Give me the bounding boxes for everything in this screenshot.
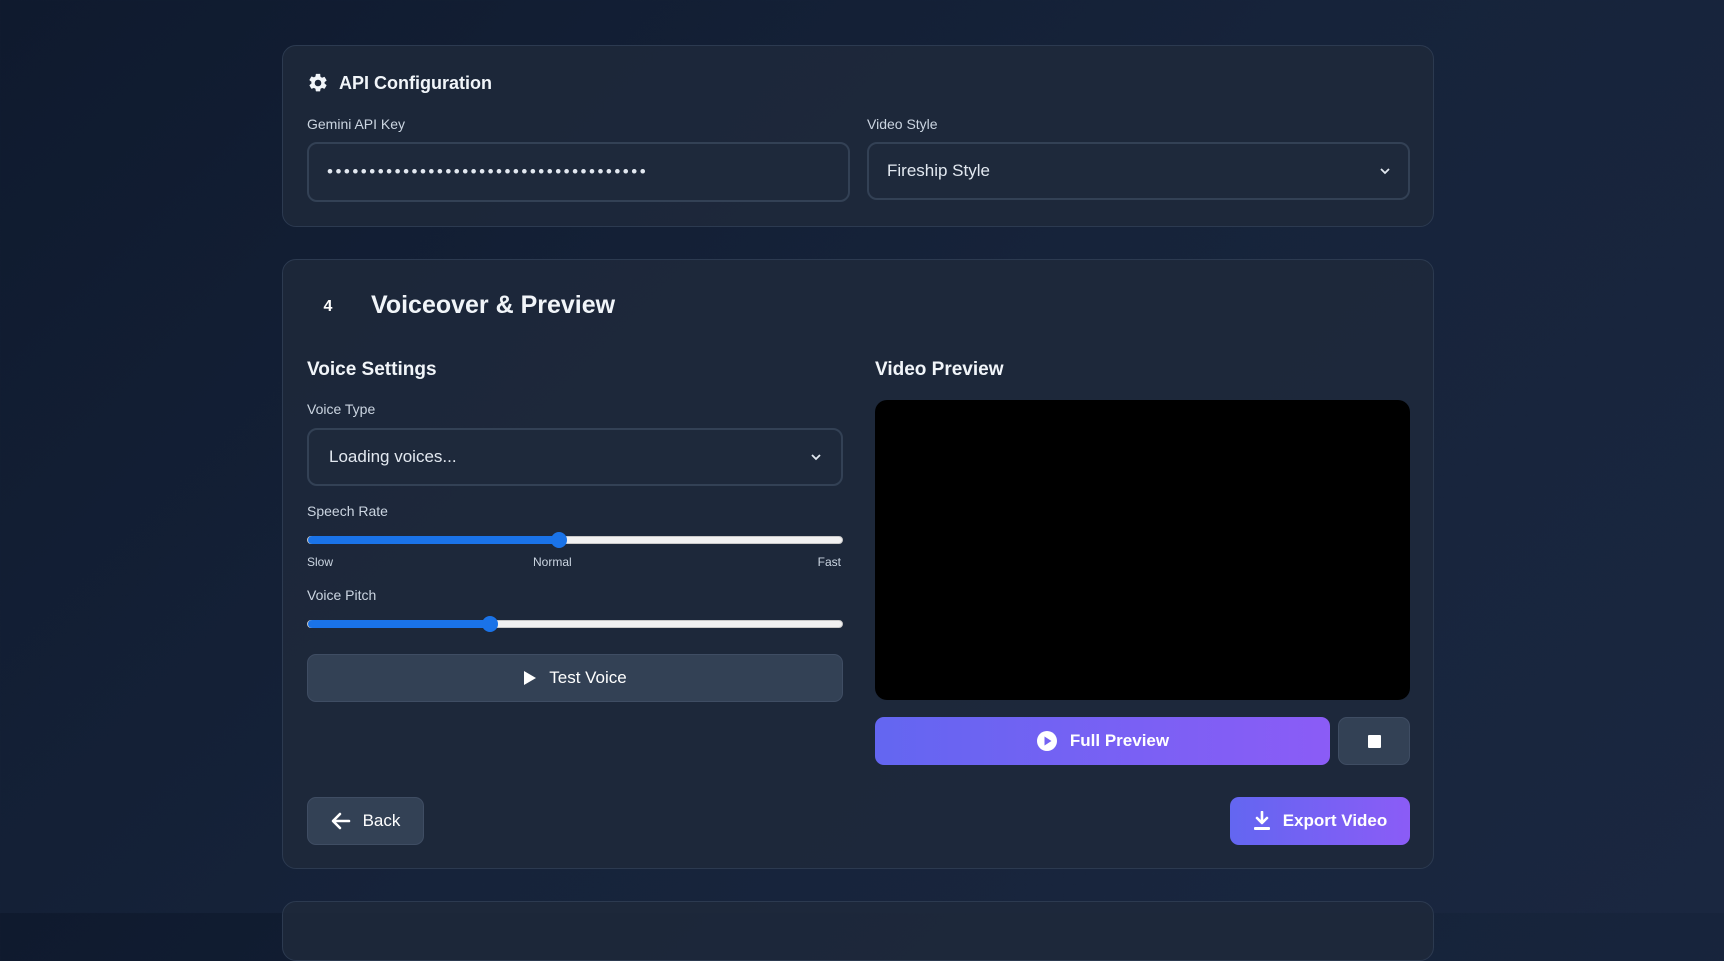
full-preview-label: Full Preview	[1069, 731, 1170, 750]
api-key-value: ••••••••••••••••••••••••••••••••••••••	[327, 162, 649, 181]
speech-rate-fill	[308, 536, 559, 544]
speech-rate-tick-slow: Slow	[307, 555, 334, 569]
voice-type-selected: Loading voices...	[329, 447, 457, 466]
play-icon	[524, 671, 537, 685]
speech-rate-tick-fast: Fast	[817, 555, 841, 569]
test-voice-button[interactable]: Test Voice	[307, 654, 843, 702]
video-player[interactable]	[875, 400, 1410, 700]
section-title: Voiceover & Preview	[371, 291, 616, 319]
voice-pitch-fill	[308, 620, 490, 628]
chevron-down-icon	[811, 454, 821, 461]
test-voice-label: Test Voice	[549, 668, 627, 687]
voice-settings-title: Voice Settings	[307, 359, 437, 380]
speech-rate-label: Speech Rate	[307, 503, 388, 519]
export-video-button[interactable]: Export Video	[1230, 797, 1410, 845]
stop-icon	[1367, 734, 1381, 748]
stop-button[interactable]	[1338, 717, 1410, 765]
full-preview-button[interactable]: Full Preview	[875, 717, 1330, 765]
api-key-label: Gemini API Key	[307, 116, 406, 132]
back-button[interactable]: Back	[307, 797, 424, 845]
voice-pitch-thumb[interactable]	[481, 616, 498, 632]
video-style-label: Video Style	[867, 116, 938, 132]
voice-type-label: Voice Type	[307, 401, 376, 417]
arrow-left-icon	[331, 812, 350, 830]
video-preview-title: Video Preview	[875, 359, 1004, 380]
api-configuration-card: API Configuration Gemini API Key •••••••…	[282, 45, 1434, 227]
video-style-select[interactable]: Fireship Style	[867, 142, 1410, 200]
speech-rate-thumb[interactable]	[550, 532, 567, 548]
gear-icon	[309, 73, 327, 92]
speech-rate-tick-normal: Normal	[533, 555, 572, 569]
export-video-label: Export Video	[1282, 811, 1388, 830]
video-style-selected: Fireship Style	[887, 161, 990, 180]
next-section-card	[282, 901, 1434, 961]
speech-rate-slider[interactable]	[307, 532, 843, 548]
api-configuration-title: API Configuration	[339, 72, 492, 93]
back-label: Back	[362, 811, 401, 830]
download-icon	[1253, 811, 1270, 830]
voice-pitch-label: Voice Pitch	[307, 587, 377, 603]
play-circle-icon	[1036, 731, 1057, 751]
voice-pitch-slider[interactable]	[307, 616, 843, 632]
api-configuration-header: API Configuration	[307, 72, 492, 94]
voiceover-preview-card: 4 Voiceover & Preview Voice Settings Voi…	[282, 259, 1434, 869]
step-number-badge: 4	[323, 298, 333, 315]
chevron-down-icon	[1380, 168, 1390, 175]
api-key-input[interactable]: ••••••••••••••••••••••••••••••••••••••	[307, 142, 850, 202]
voice-type-select[interactable]: Loading voices...	[307, 428, 843, 486]
